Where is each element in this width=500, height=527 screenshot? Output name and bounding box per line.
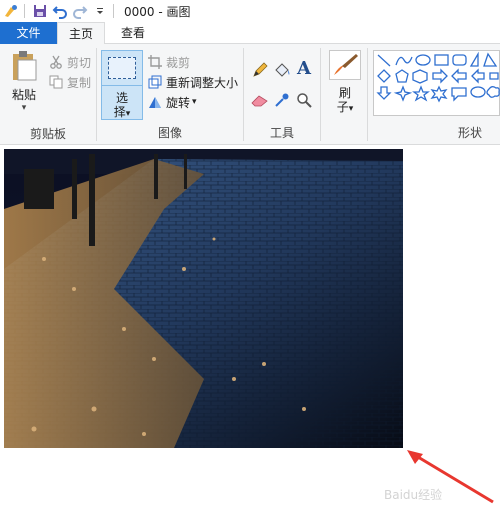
tab-view[interactable]: 查看 <box>108 22 158 44</box>
shapes-gallery[interactable] <box>373 50 500 116</box>
cut-button[interactable]: 剪切 <box>48 52 91 72</box>
clipboard-group: 粘贴 ▾ 剪切 复制 剪贴板 <box>0 44 96 145</box>
canvas-area[interactable]: Baidu经验 <box>0 145 500 527</box>
tab-file[interactable]: 文件 <box>0 22 57 44</box>
ribbon: 粘贴 ▾ 剪切 复制 剪贴板 选 择▾ 裁剪 重新调整大小 旋转 ▾ 图像 A … <box>0 44 500 145</box>
color-picker-icon[interactable] <box>272 90 292 110</box>
quick-access-toolbar <box>0 0 118 22</box>
shapes-group-label: 形状 <box>457 126 482 140</box>
qa-separator <box>113 4 114 18</box>
paint-app-icon[interactable] <box>2 2 20 20</box>
clipboard-group-label: 剪贴板 <box>29 127 66 141</box>
tab-home[interactable]: 主页 <box>57 22 105 45</box>
select-rect-icon <box>108 57 136 79</box>
brush-button[interactable]: 刷 子▾ <box>326 50 364 122</box>
resize-button[interactable]: 重新调整大小 <box>147 72 238 92</box>
select-button[interactable]: 选 择▾ <box>101 50 143 120</box>
group-separator <box>367 48 368 141</box>
save-icon[interactable] <box>31 2 49 20</box>
copy-label: 复制 <box>67 75 92 90</box>
select-label: 选 择▾ <box>113 91 131 119</box>
brush-icon <box>329 50 361 80</box>
title-bar: 0000 - 画图 <box>0 0 500 22</box>
brush-label: 刷 子▾ <box>336 86 354 114</box>
tools-group-label: 工具 <box>269 126 294 140</box>
crop-button[interactable]: 裁剪 <box>147 52 190 72</box>
qa-separator <box>24 4 25 18</box>
scissors-icon <box>48 54 64 70</box>
canvas-image[interactable] <box>4 149 403 448</box>
group-separator <box>320 48 321 141</box>
paste-icon <box>10 50 38 82</box>
text-icon[interactable]: A <box>294 58 314 79</box>
crop-label: 裁剪 <box>166 55 191 70</box>
paste-button[interactable]: 粘贴 ▾ <box>6 50 42 122</box>
window-title: 0000 - 画图 <box>124 4 191 19</box>
fill-icon[interactable] <box>272 60 292 80</box>
resize-label: 重新调整大小 <box>166 75 239 90</box>
pencil-icon[interactable] <box>250 60 270 80</box>
rotate-icon <box>147 94 163 110</box>
copy-icon <box>48 74 64 90</box>
copy-button[interactable]: 复制 <box>48 72 91 92</box>
image-group-label: 图像 <box>157 126 182 140</box>
redo-icon[interactable] <box>71 2 89 20</box>
ribbon-tabs: 文件 主页 查看 <box>0 22 500 45</box>
paste-label: 粘贴 <box>11 88 36 102</box>
eraser-icon[interactable] <box>250 90 270 110</box>
rotate-label: 旋转 <box>166 95 191 110</box>
customize-qa-icon[interactable] <box>91 2 109 20</box>
undo-icon[interactable] <box>51 2 69 20</box>
rotate-button[interactable]: 旋转 ▾ <box>147 92 197 112</box>
cut-label: 剪切 <box>67 55 92 70</box>
night-street-photo <box>4 149 403 448</box>
watermark: Baidu经验 <box>384 488 443 502</box>
rotate-dropdown-icon: ▾ <box>192 97 197 107</box>
resize-icon <box>147 74 163 90</box>
magnifier-icon[interactable] <box>294 90 314 110</box>
select-split <box>102 85 142 86</box>
shapes-icons <box>376 51 500 103</box>
crop-icon <box>147 54 163 70</box>
paste-dropdown-icon[interactable]: ▾ <box>6 103 42 113</box>
